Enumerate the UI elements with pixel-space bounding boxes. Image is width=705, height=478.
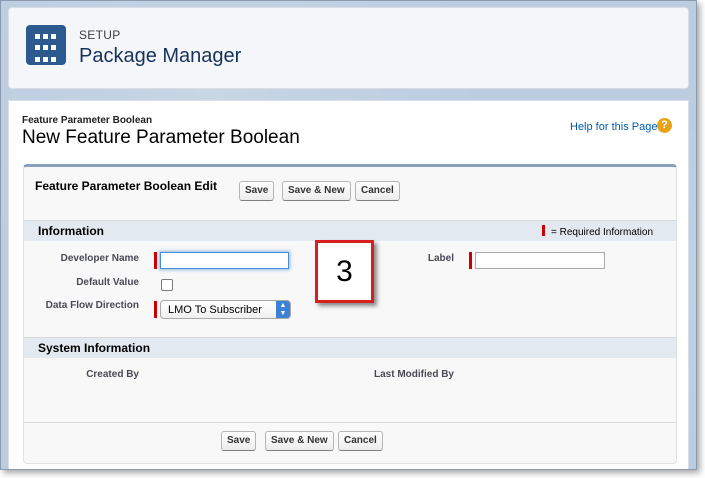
developer-name-required-mark [154, 252, 157, 269]
data-flow-direction-value: LMO To Subscriber [168, 304, 262, 316]
save-new-button-top[interactable]: Save & New [282, 181, 351, 201]
window-frame: SETUP Package Manager Feature Parameter … [0, 0, 697, 470]
bottom-button-bar: Save Save & New Cancel [24, 422, 676, 462]
last-modified-by-label: Last Modified By [373, 369, 454, 380]
grid-icon [26, 25, 66, 65]
edit-page-block: Feature Parameter Boolean Edit Save Save… [23, 164, 677, 464]
setup-eyebrow: SETUP [79, 28, 121, 42]
setup-header: SETUP Package Manager [8, 7, 689, 89]
required-legend: = Required Information [542, 225, 653, 238]
save-button-top[interactable]: Save [239, 181, 275, 201]
required-indicator [542, 225, 545, 236]
save-new-button-bottom[interactable]: Save & New [265, 431, 334, 451]
page-eyebrow: Feature Parameter Boolean [22, 115, 153, 126]
help-link[interactable]: Help for this Page [570, 121, 657, 133]
page-block-title: Feature Parameter Boolean Edit [35, 179, 218, 193]
system-information-section-header: System Information [24, 337, 676, 358]
data-flow-direction-select[interactable]: LMO To Subscriber ▲ ▼ [160, 300, 291, 319]
page-title: New Feature Parameter Boolean [22, 127, 300, 148]
developer-name-input[interactable] [160, 252, 289, 269]
data-flow-direction-label: Data Flow Direction [45, 300, 139, 311]
label-field-label: Label [427, 253, 454, 264]
label-required-mark [469, 252, 472, 269]
label-input[interactable] [475, 252, 605, 269]
cancel-button-bottom[interactable]: Cancel [338, 431, 383, 451]
default-value-checkbox[interactable] [161, 279, 173, 291]
information-section-header: Information = Required Information [24, 220, 676, 241]
created-by-label: Created By [86, 369, 139, 380]
required-legend-text: = Required Information [551, 227, 654, 238]
setup-title: Package Manager [79, 45, 242, 67]
data-flow-required-mark [154, 301, 157, 318]
default-value-label: Default Value [76, 277, 139, 288]
save-button-bottom[interactable]: Save [221, 431, 257, 451]
question-icon[interactable]: ? [657, 118, 672, 133]
system-information-section-title: System Information [38, 341, 151, 355]
chevron-updown-icon: ▲ ▼ [276, 301, 290, 318]
developer-name-label: Developer Name [60, 253, 139, 264]
cancel-button-top[interactable]: Cancel [355, 181, 400, 201]
step-callout: 3 [315, 240, 374, 303]
information-section-title: Information [38, 224, 104, 238]
